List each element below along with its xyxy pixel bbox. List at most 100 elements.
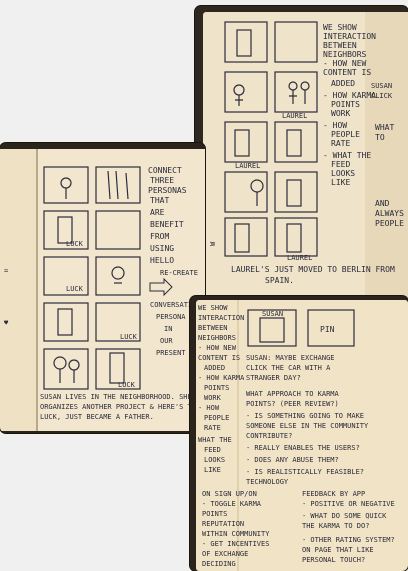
svg-text:SPAIN.: SPAIN. [265, 276, 294, 285]
svg-text:CONNECT: CONNECT [148, 166, 182, 175]
svg-text:- HOW KARMA: - HOW KARMA [323, 91, 376, 100]
svg-text:USING: USING [150, 244, 174, 253]
svg-text:STRANGER DAY?: STRANGER DAY? [246, 374, 301, 382]
svg-text:OF EXCHANGE: OF EXCHANGE [202, 550, 248, 558]
svg-text:RATE: RATE [331, 139, 350, 148]
panel-tag-susan: SUSAN [262, 310, 283, 318]
svg-text:THAT: THAT [150, 196, 169, 205]
notebook-page-top: WE SHOW INTERACTION BETWEEN NEIGHBORS - … [195, 6, 408, 306]
svg-text:BETWEEN: BETWEEN [323, 41, 357, 50]
svg-text:ORGANIZES ANOTHER PROJECT & HE: ORGANIZES ANOTHER PROJECT & HERE'S TO [40, 403, 196, 411]
svg-text:CONTENT IS: CONTENT IS [323, 68, 371, 77]
svg-text:INTERACTION: INTERACTION [198, 314, 244, 322]
svg-text:ALWAYS: ALWAYS [375, 209, 404, 218]
svg-text:PERSONAL TOUCH?: PERSONAL TOUCH? [302, 556, 365, 564]
svg-text:SOMEONE ELSE IN THE COMMUNITY: SOMEONE ELSE IN THE COMMUNITY [246, 422, 369, 430]
svg-text:FEEDBACK BY APP: FEEDBACK BY APP [302, 490, 365, 498]
panel-label-laurel-2: LAUREL [235, 162, 260, 170]
svg-text:ADDED: ADDED [204, 364, 225, 372]
caption-top: LAUREL'S JUST MOVED TO BERLIN FROM [231, 265, 395, 274]
svg-text:LIKE: LIKE [204, 466, 221, 474]
svg-text:WE SHOW: WE SHOW [323, 23, 357, 32]
svg-text:FROM: FROM [150, 232, 169, 241]
svg-text:POINTS? (PEER REVIEW?): POINTS? (PEER REVIEW?) [246, 400, 339, 408]
svg-text:POINTS: POINTS [202, 510, 227, 518]
svg-text:PRESENT: PRESENT [156, 349, 186, 357]
svg-text:BETWEEN: BETWEEN [198, 324, 228, 332]
svg-text:SUSAN: MAYBE EXCHANGE: SUSAN: MAYBE EXCHANGE [246, 354, 335, 362]
svg-text:PEOPLE: PEOPLE [204, 414, 229, 422]
svg-text:WORK: WORK [204, 394, 222, 402]
panel-label-laurel-1: LAUREL [282, 112, 307, 120]
svg-text:REPUTATION: REPUTATION [202, 520, 244, 528]
svg-text:HELLO: HELLO [150, 256, 174, 265]
svg-text:ARE: ARE [150, 208, 165, 217]
svg-text:WORK: WORK [331, 109, 350, 118]
svg-text:WITHIN COMMUNITY: WITHIN COMMUNITY [202, 530, 270, 538]
svg-text:- WHAT THE: - WHAT THE [323, 151, 371, 160]
svg-text:ON SIGN UP/ON: ON SIGN UP/ON [202, 490, 257, 498]
svg-text:- IS SOMETHING GOING TO MAKE: - IS SOMETHING GOING TO MAKE [246, 412, 364, 420]
svg-text:- REALLY ENABLES THE USERS?: - REALLY ENABLES THE USERS? [246, 444, 360, 452]
svg-text:LIKE: LIKE [331, 178, 350, 187]
svg-text:LOOKS: LOOKS [331, 169, 355, 178]
svg-text:CONTENT IS: CONTENT IS [198, 354, 240, 362]
svg-text:OUR: OUR [160, 337, 173, 345]
svg-text:PERSONA: PERSONA [156, 313, 186, 321]
notebook-page-bottom: WE SHOW INTERACTION BETWEEN NEIGHBORS - … [190, 296, 408, 571]
panel-tag-pin: PIN [320, 325, 335, 334]
svg-text:WHAT: WHAT [375, 123, 394, 132]
svg-text:LUCK, JUST BECAME A FATHER.: LUCK, JUST BECAME A FATHER. [40, 413, 154, 421]
svg-text:CLICK THE CAR WITH A: CLICK THE CAR WITH A [246, 364, 331, 372]
svg-text:LOOKS: LOOKS [204, 456, 225, 464]
svg-text:POINTS: POINTS [204, 384, 229, 392]
svg-text:TO: TO [375, 133, 385, 142]
svg-text:RATE: RATE [204, 424, 221, 432]
svg-text:- WHAT DO SOME QUICK: - WHAT DO SOME QUICK [302, 512, 387, 520]
panel-label-laurel-3: LAUREL [287, 254, 312, 262]
svg-text:SUSAN LIVES IN THE NEIGHBORHOO: SUSAN LIVES IN THE NEIGHBORHOOD. SHE [40, 393, 192, 401]
svg-text:- TOGGLE KARMA: - TOGGLE KARMA [202, 500, 262, 508]
svg-text:ADDED: ADDED [331, 79, 355, 88]
panel-label-susan: SUSAN [371, 82, 392, 90]
svg-text:WHAT THE: WHAT THE [198, 436, 232, 444]
svg-text:- HOW NEW: - HOW NEW [323, 59, 367, 68]
notebook-photo-left: LUCK LUCK LUCK LUCK CONNECT THREE PERSON… [0, 143, 205, 433]
notebook-photo-bottom-right: WE SHOW INTERACTION BETWEEN NEIGHBORS - … [190, 296, 408, 571]
svg-text:- IS REALISTICALLY FEASIBLE?: - IS REALISTICALLY FEASIBLE? [246, 468, 364, 476]
svg-text:- HOW: - HOW [198, 404, 220, 412]
svg-text:IN: IN [164, 325, 172, 333]
panel-label-luck-2: LUCK [66, 285, 84, 293]
svg-text:DECIDING: DECIDING [202, 560, 236, 568]
svg-text:- GET INCENTIVES: - GET INCENTIVES [202, 540, 269, 548]
svg-text:- OTHER RATING SYSTEM?: - OTHER RATING SYSTEM? [302, 536, 395, 544]
svg-text:BENEFIT: BENEFIT [150, 220, 184, 229]
svg-text:NEIGHBORS: NEIGHBORS [323, 50, 367, 59]
svg-text:- DOES ANY ABUSE THEM?: - DOES ANY ABUSE THEM? [246, 456, 339, 464]
svg-text:PEOPLE: PEOPLE [331, 130, 360, 139]
svg-text:=: = [4, 267, 8, 275]
svg-text:INTERACTION: INTERACTION [323, 32, 376, 41]
notebook-page-left: LUCK LUCK LUCK LUCK CONNECT THREE PERSON… [0, 143, 205, 433]
svg-text:- HOW: - HOW [323, 121, 347, 130]
notebook-photo-top-right: WE SHOW INTERACTION BETWEEN NEIGHBORS - … [195, 6, 408, 306]
svg-text:THE KARMA TO DO?: THE KARMA TO DO? [302, 522, 369, 530]
panel-label-luck-4: LUCK [118, 381, 136, 389]
panel-label-luck-1: LUCK [66, 240, 84, 248]
svg-text:- HOW NEW: - HOW NEW [198, 344, 237, 352]
svg-text:PERSONAS: PERSONAS [148, 186, 187, 195]
svg-text:POINTS: POINTS [331, 100, 360, 109]
svg-text:RE-CREATE: RE-CREATE [160, 269, 198, 277]
svg-text:- HOW KARMA: - HOW KARMA [198, 374, 245, 382]
svg-text:ON PAGE THAT LIKE: ON PAGE THAT LIKE [302, 546, 374, 554]
svg-text:TECHNOLOGY: TECHNOLOGY [246, 478, 289, 486]
svg-text:FEED: FEED [331, 160, 350, 169]
svg-text:NEIGHBORS: NEIGHBORS [198, 334, 236, 342]
svg-text:FEED: FEED [204, 446, 221, 454]
svg-text:THREE: THREE [150, 176, 174, 185]
panel-label-click: CLICK [371, 92, 393, 100]
svg-text:CONTRIBUTE?: CONTRIBUTE? [246, 432, 292, 440]
svg-text:- POSITIVE OR NEGATIVE: - POSITIVE OR NEGATIVE [302, 500, 395, 508]
panel-label-luck-3: LUCK [120, 333, 138, 341]
svg-text:AND: AND [375, 199, 390, 208]
